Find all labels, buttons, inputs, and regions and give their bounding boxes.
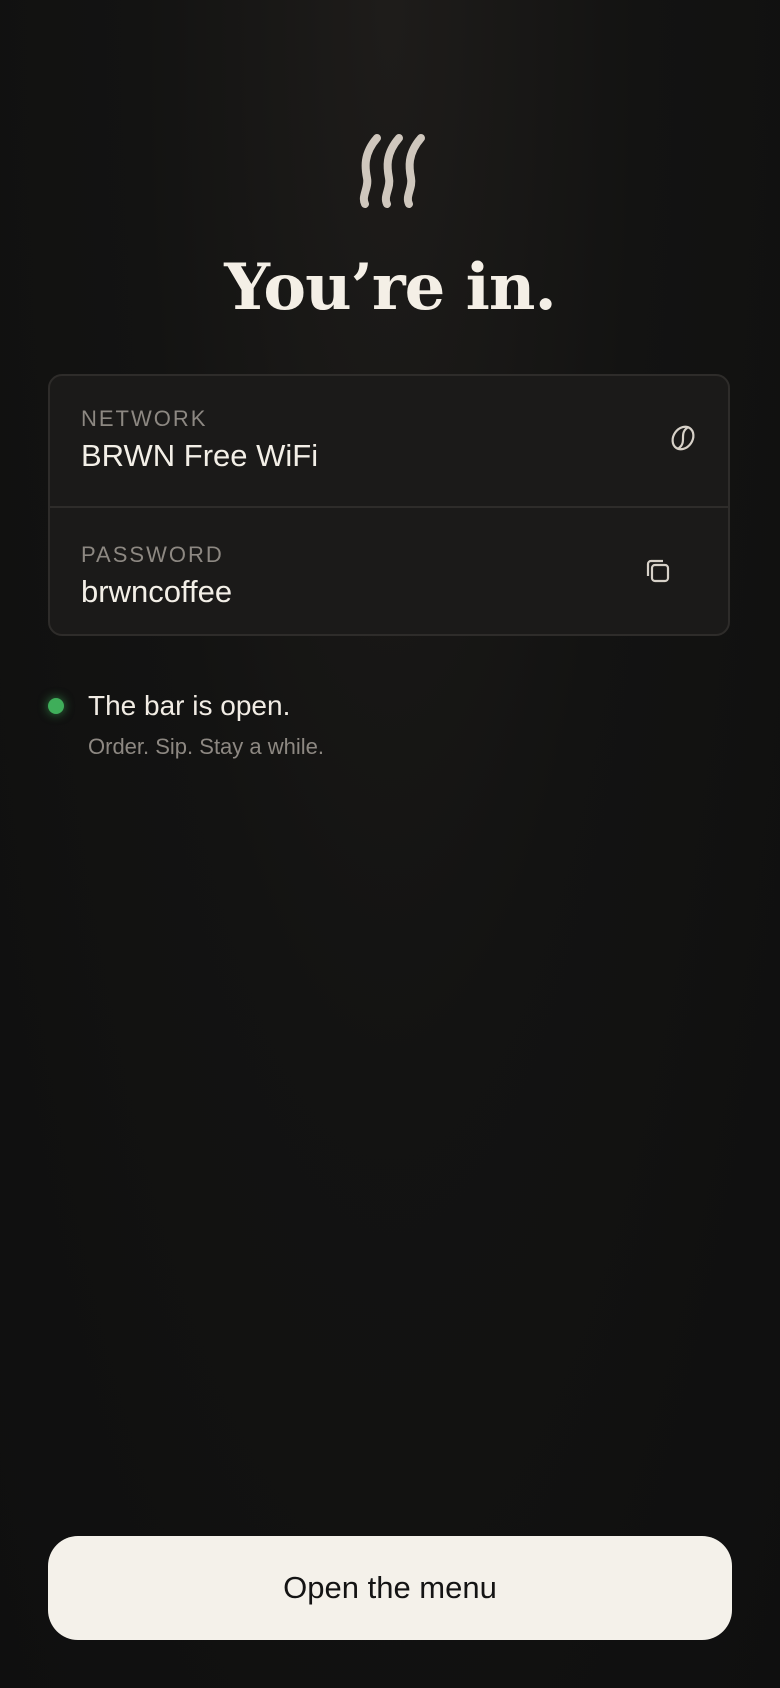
status-subtitle: Order. Sip. Stay a while. bbox=[88, 734, 324, 759]
status-title: The bar is open. bbox=[88, 690, 291, 721]
copy-icon[interactable] bbox=[641, 554, 675, 588]
password-row: PASSWORD brwncoffee bbox=[50, 506, 728, 634]
open-menu-button[interactable]: Open the menu bbox=[48, 1536, 732, 1640]
password-label: PASSWORD bbox=[81, 542, 224, 567]
wifi-credentials-card: NETWORK BRWN Free WiFi PASSWORD brwncoff… bbox=[48, 374, 730, 636]
network-value: BRWN Free WiFi bbox=[81, 438, 319, 473]
steam-icon bbox=[359, 134, 425, 208]
network-row: NETWORK BRWN Free WiFi bbox=[50, 376, 728, 506]
network-label: NETWORK bbox=[81, 406, 208, 431]
password-value: brwncoffee bbox=[81, 574, 233, 609]
page-title: You’re in. bbox=[224, 250, 556, 325]
coffee-bean-icon[interactable] bbox=[666, 421, 700, 455]
status-indicator-dot bbox=[48, 698, 64, 714]
